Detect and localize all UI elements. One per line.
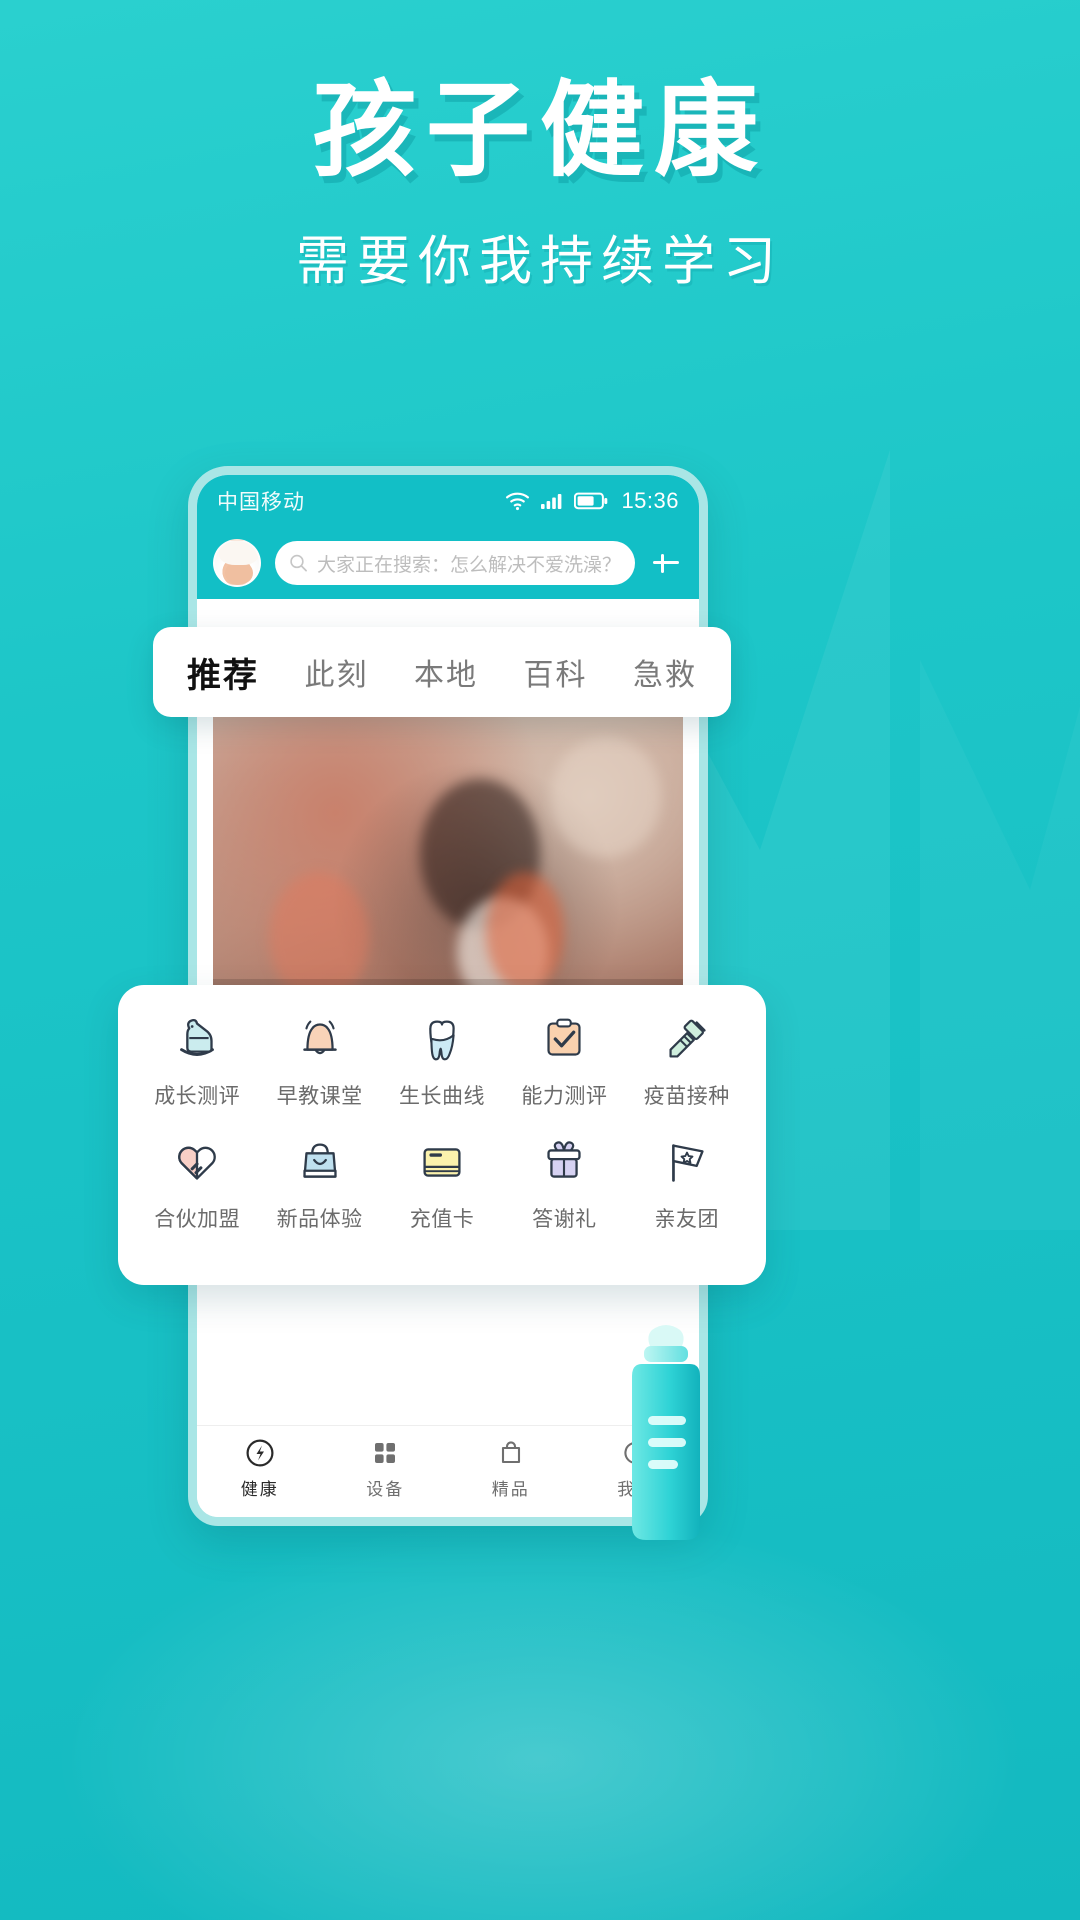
quick-actions-row-2: 合伙加盟 新品体验 充值卡 答谢礼 亲友团 xyxy=(136,1134,748,1233)
bag-icon xyxy=(501,1440,520,1463)
status-clock: 15:36 xyxy=(621,488,679,513)
quick-action-label: 能力测评 xyxy=(521,1085,608,1108)
signal-bars-icon xyxy=(541,494,562,509)
search-icon xyxy=(290,554,307,572)
quick-action-label: 早教课堂 xyxy=(276,1085,363,1108)
hero-text-block: 孩子健康 需要你我持续学习 xyxy=(0,70,1080,295)
tooth-icon xyxy=(429,1020,455,1061)
quick-action-label: 疫苗接种 xyxy=(643,1085,730,1108)
shopping-bag-icon xyxy=(302,1143,337,1178)
quick-action-label: 充值卡 xyxy=(409,1208,475,1231)
user-avatar[interactable] xyxy=(213,539,261,587)
tab-local[interactable]: 本地 xyxy=(414,650,478,694)
gift-icon xyxy=(547,1141,581,1178)
handshake-heart-icon xyxy=(178,1146,217,1180)
nav-item-health[interactable]: 健康 xyxy=(197,1438,323,1500)
background-glow xyxy=(0,1480,1080,1920)
quick-action-vaccination[interactable]: 疫苗接种 xyxy=(626,1011,748,1110)
quick-action-recharge-card[interactable]: 充值卡 xyxy=(381,1134,503,1233)
quick-action-early-education[interactable]: 早教课堂 xyxy=(258,1011,380,1110)
quick-action-label: 成长测评 xyxy=(154,1085,241,1108)
category-tabs: 推荐 此刻 本地 百科 急救 xyxy=(153,627,731,717)
nav-label: 设备 xyxy=(366,1479,405,1499)
quick-actions-row-1: 成长测评 早教课堂 生长曲线 能力测评 疫苗接种 xyxy=(136,1011,748,1110)
baby-bottle-icon xyxy=(632,1325,700,1540)
wifi-icon xyxy=(506,492,530,511)
quick-action-new-product[interactable]: 新品体验 xyxy=(258,1134,380,1233)
health-bolt-icon xyxy=(246,1439,274,1466)
quick-action-label: 新品体验 xyxy=(276,1208,363,1231)
credit-card-icon xyxy=(423,1148,461,1177)
carrier-label: 中国移动 xyxy=(217,491,305,514)
tab-recommend[interactable]: 推荐 xyxy=(187,648,259,697)
rocking-horse-icon xyxy=(180,1018,215,1056)
quick-action-label: 生长曲线 xyxy=(398,1085,485,1108)
quick-action-growth-assessment[interactable]: 成长测评 xyxy=(136,1011,258,1110)
nav-item-devices[interactable]: 设备 xyxy=(323,1438,449,1500)
quick-action-thank-gift[interactable]: 答谢礼 xyxy=(503,1134,625,1233)
quick-action-growth-curve[interactable]: 生长曲线 xyxy=(381,1011,503,1110)
clipboard-check-icon xyxy=(547,1018,581,1056)
page-subtitle: 需要你我持续学习 xyxy=(296,231,784,291)
plus-icon[interactable] xyxy=(649,546,683,580)
search-input[interactable]: 大家正在搜索：怎么解决不爱洗澡？ xyxy=(275,541,635,585)
quick-action-label: 答谢礼 xyxy=(532,1208,597,1231)
quick-actions-panel: 成长测评 早教课堂 生长曲线 能力测评 疫苗接种 合伙加盟 新品体验 充值卡 答… xyxy=(118,985,766,1285)
syringe-icon xyxy=(669,1019,706,1058)
quick-action-label: 亲友团 xyxy=(654,1208,719,1231)
quick-action-label: 合伙加盟 xyxy=(154,1208,241,1231)
battery-icon xyxy=(574,492,608,510)
nav-label: 健康 xyxy=(240,1479,279,1499)
status-icons: 15:36 xyxy=(505,488,679,514)
search-row: 大家正在搜索：怎么解决不爱洗澡？ xyxy=(197,527,699,599)
flag-star-icon xyxy=(671,1144,704,1182)
bell-icon xyxy=(302,1020,337,1055)
nav-item-goods[interactable]: 精品 xyxy=(448,1438,574,1500)
quick-action-partnership[interactable]: 合伙加盟 xyxy=(136,1134,258,1233)
quick-action-ability-test[interactable]: 能力测评 xyxy=(503,1011,625,1110)
status-bar: 中国移动 15:36 xyxy=(197,475,699,527)
tab-firstaid[interactable]: 急救 xyxy=(633,650,697,694)
quick-action-friends-group[interactable]: 亲友团 xyxy=(626,1134,748,1233)
tab-moment[interactable]: 此刻 xyxy=(305,650,369,694)
tab-encyclopedia[interactable]: 百科 xyxy=(524,650,588,694)
devices-grid-icon xyxy=(375,1442,396,1463)
nav-label: 精品 xyxy=(491,1479,530,1499)
search-placeholder-text: 大家正在搜索：怎么解决不爱洗澡？ xyxy=(316,554,621,576)
page-title: 孩子健康 xyxy=(311,73,768,189)
